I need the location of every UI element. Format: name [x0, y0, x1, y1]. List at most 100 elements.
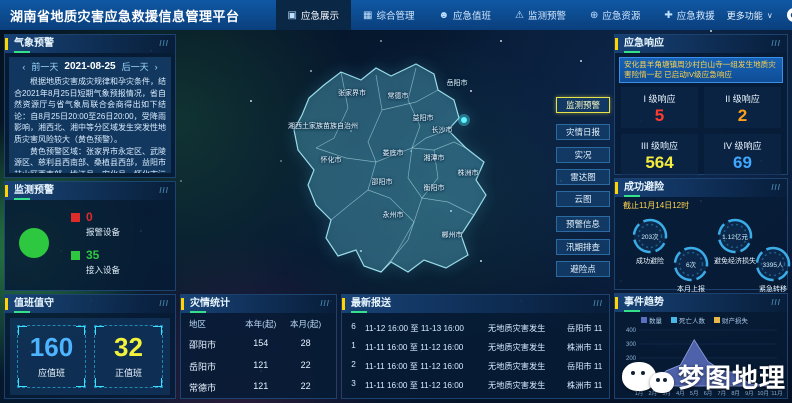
map-city-label: 湘潭市 [424, 153, 445, 163]
layer-button-1[interactable]: 监测预警 [556, 97, 610, 113]
prev-day-button[interactable]: 前一天 [31, 60, 58, 73]
map-layer-buttons: 监测预警灾情日报实况雷达图云图预警信息汛期排查避险点 [556, 30, 610, 292]
device-legend-item: 0报警设备 [71, 210, 120, 238]
nav-tab-label: 应急救援 [677, 8, 715, 22]
report-row[interactable]: 111-11 16:00 至 11-12 16:00无地质灾害发生株洲市 11-… [349, 341, 602, 353]
layer-button-7[interactable]: 汛期排查 [556, 239, 610, 255]
monitor-body: 0报警设备 35接入设备 [5, 200, 175, 282]
layer-button-8[interactable]: 避险点 [556, 261, 610, 277]
layer-button-4[interactable]: 雷达图 [556, 169, 610, 185]
report-row[interactable]: 211-11 16:00 至 11-12 16:00无地质灾害发生岳阳市 11-… [349, 360, 602, 372]
table-row[interactable]: 常德市12122 [189, 381, 328, 394]
duty-cell: 32正值班 [94, 325, 163, 388]
x-tick-label: 8月 [731, 390, 740, 397]
legend-text: 数量 [649, 315, 662, 325]
map-city-label: 娄底市 [383, 148, 404, 158]
report-no: 3 [349, 379, 358, 391]
svg-text:0: 0 [633, 384, 637, 390]
map-city-label: 株洲市 [458, 168, 479, 178]
report-row[interactable]: 311-11 16:00 至 11-12 16:00无地质灾害发生株洲市 11-… [349, 379, 602, 391]
layer-button-5[interactable]: 云图 [556, 191, 610, 207]
more-functions-menu[interactable]: 更多功能 ∨ [727, 9, 773, 22]
chart-legend-item[interactable]: 数量 [641, 315, 662, 325]
nav-tab-label: 综合管理 [376, 8, 414, 22]
report-no: 6 [349, 322, 358, 334]
gauge-value: 203次 [620, 231, 680, 241]
area-chart-svg: 01002003004001月2月3月4月5月6月7月8月9月10月11月 [615, 325, 785, 403]
nav-tab-management[interactable]: ▦综合管理 [351, 0, 426, 30]
table-cell: 22 [283, 381, 328, 394]
response-level-cell: III 级响应 564 [621, 134, 698, 175]
nav-tab-emergency-rescue[interactable]: ✚ 应急救援 [652, 0, 726, 30]
response-notice[interactable]: 安化县羊角塘镇周沙村白山寺一组发生地质灾害险情一起 已启动IV级应急响应 [619, 57, 783, 83]
x-tick-label: 11月 [771, 390, 782, 397]
layer-button-2[interactable]: 灾情日报 [556, 124, 610, 140]
x-tick-label: 3月 [662, 390, 671, 397]
table-row[interactable]: 邵阳市15428 [189, 338, 328, 351]
page-right-icon[interactable]: › [155, 62, 158, 72]
report-place-time: 岳阳市 11-12 16:22:32 [567, 360, 602, 372]
chart-legend-item[interactable]: 财产损失 [714, 315, 748, 325]
event-trend-panel: 事件趋势/// 数量死亡人数财产损失 01002003004001月2月3月4月… [614, 293, 788, 399]
layer-button-6[interactable]: 预警信息 [556, 216, 610, 232]
duty-panel: 值班值守/// 160应值班32正值班 [4, 294, 176, 399]
table-cell: 28 [283, 338, 328, 351]
report-place-time: 岳阳市 11-13 16:04:00 [567, 322, 602, 334]
svg-text:300: 300 [626, 342, 637, 348]
layer-button-3[interactable]: 实况 [556, 147, 610, 163]
x-tick-label: 5月 [690, 390, 699, 397]
nav-tab-emergency-display[interactable]: ▣应急展示 [276, 0, 351, 30]
x-tick-label: 1月 [635, 390, 644, 397]
disaster-table: 地区本年(起)本月(起)邵阳市15428岳阳市12122常德市12122 [181, 313, 336, 397]
report-row[interactable]: 611-12 16:00 至 11-13 16:00无地质灾害发生岳阳市 11-… [349, 322, 602, 334]
nav-tab-label: 应急资源 [602, 8, 640, 22]
map-city-label: 湘西土家族苗族自治州 [288, 121, 358, 131]
corner-deco-icon: /// [159, 182, 169, 200]
device-donut-chart [19, 228, 49, 258]
x-tick-label: 4月 [676, 390, 685, 397]
response-level-value: 564 [645, 154, 673, 171]
next-day-button[interactable]: 后一天 [122, 60, 149, 73]
map-city-label: 益阳市 [413, 113, 434, 123]
table-cell: 邵阳市 [189, 338, 238, 351]
province-map[interactable]: 张家界市常德市岳阳市益阳市长沙市湘西土家族苗族自治州怀化市娄底市湘潭市株洲市邵阳… [176, 30, 612, 292]
response-level-label: III 级响应 [641, 139, 678, 152]
column-header: 本年(起) [238, 318, 283, 330]
nav-tab-emergency-resources[interactable]: ⊕应急资源 [578, 0, 652, 30]
table-row[interactable]: 岳阳市12122 [189, 360, 328, 373]
report-no: 1 [349, 341, 358, 353]
response-level-cell: IV 级响应69 [704, 134, 781, 175]
corner-deco-icon: /// [159, 295, 169, 313]
latest-reports-list: 611-12 16:00 至 11-13 16:00无地质灾害发生岳阳市 11-… [342, 313, 609, 397]
dashboard: 湖南省地质灾害应急救援信息管理平台 ▣应急展示▦综合管理☻应急值班⚠监测预警⊕应… [0, 0, 792, 403]
svg-text:100: 100 [626, 370, 637, 376]
header: 湖南省地质灾害应急救援信息管理平台 ▣应急展示▦综合管理☻应急值班⚠监测预警⊕应… [0, 0, 792, 30]
current-date: 2021-08-25 [64, 61, 115, 72]
date-navigator: ‹ 前一天 2021-08-25 后一天 › [14, 60, 166, 73]
legend-square-icon [71, 213, 80, 222]
table-cell: 154 [238, 338, 283, 351]
response-level-cell: I 级响应 5 [621, 87, 698, 128]
chevron-down-icon: ∨ [767, 11, 773, 20]
report-place-time: 株洲市 11-12 16:13:21 [567, 341, 602, 353]
user-menu[interactable]: ☻ 管理员 ∨ [787, 8, 792, 22]
panel-title: 灾情统计/// [181, 295, 336, 313]
response-level-grid: I 级响应5II 级响应2III 级响应564IV 级响应69 [621, 87, 781, 175]
report-period: 11-12 16:00 至 11-13 16:00 [365, 322, 481, 334]
device-legend-item: 35接入设备 [71, 248, 120, 276]
response-level-label: I 级响应 [643, 92, 675, 105]
duty-cell: 160应值班 [17, 325, 86, 388]
legend-swatch-icon [714, 317, 720, 323]
page-left-icon[interactable]: ‹ [22, 62, 25, 72]
response-level-value: 5 [655, 107, 664, 124]
legend-label: 报警设备 [86, 226, 120, 238]
corner-deco-icon: /// [593, 295, 603, 313]
monitor-icon: ▣ [288, 10, 297, 21]
nav-tab-monitor-warning[interactable]: ⚠监测预警 [503, 0, 578, 30]
chart-legend-item[interactable]: 死亡人数 [671, 315, 705, 325]
table-cell: 常德市 [189, 381, 238, 394]
chart-legend: 数量死亡人数财产损失 [641, 315, 787, 325]
shield-icon: ✚ [664, 10, 672, 21]
nav-tab-emergency-duty[interactable]: ☻应急值班 [426, 0, 503, 30]
duty-label: 正值班 [115, 366, 142, 379]
